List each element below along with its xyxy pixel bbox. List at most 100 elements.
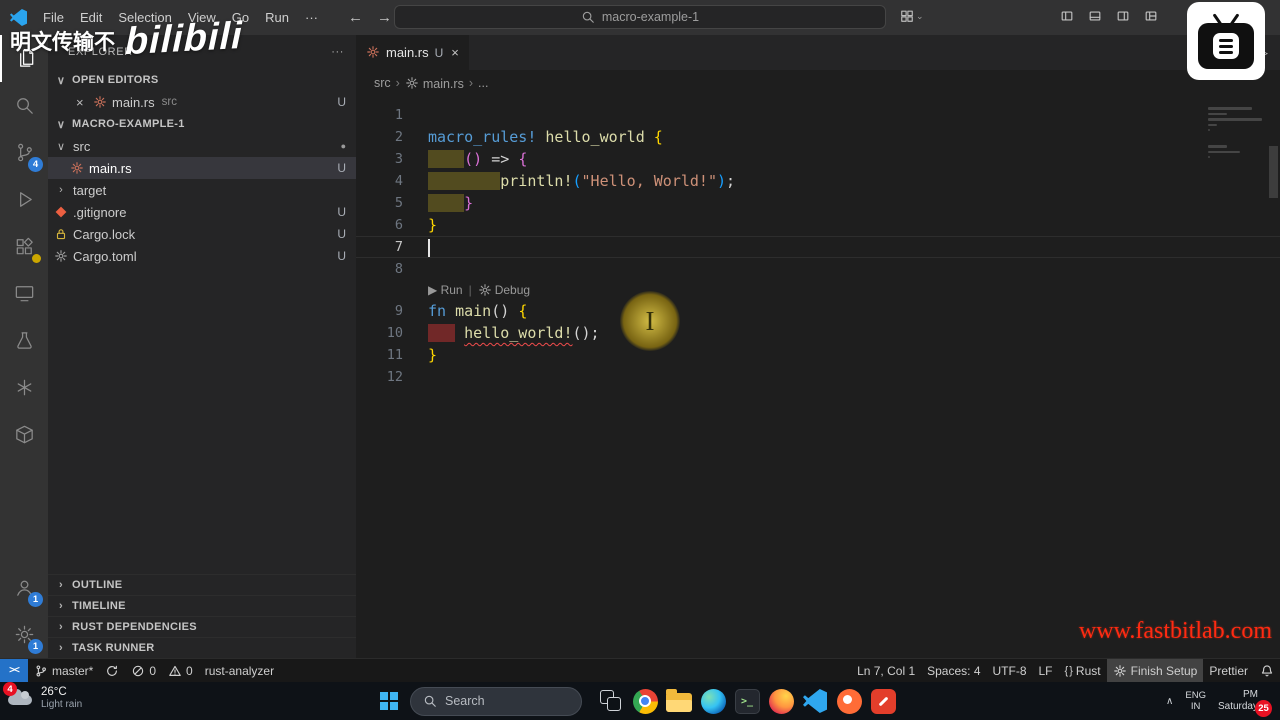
status-remote-indicator[interactable]: >< (0, 659, 28, 682)
customize-layout-icon[interactable] (1144, 9, 1158, 24)
toggle-secondary-sidebar-icon[interactable] (1116, 9, 1130, 24)
scrollbar-thumb[interactable] (1269, 146, 1278, 198)
status-notifications[interactable] (1254, 659, 1280, 682)
terminal-icon[interactable]: >_ (730, 684, 764, 718)
toggle-sidebar-icon[interactable] (1060, 9, 1074, 24)
code-line-12[interactable]: 12 (356, 366, 1280, 388)
menu-run[interactable]: Run (257, 0, 297, 35)
status-encoding[interactable]: UTF-8 (987, 659, 1033, 682)
code-line-8[interactable]: 8 (356, 258, 1280, 280)
postman-icon[interactable] (832, 684, 866, 718)
breadcrumb-item[interactable]: ... (478, 76, 488, 90)
line-number[interactable]: 5 (356, 192, 428, 214)
start-button[interactable] (380, 692, 398, 710)
menu-selection[interactable]: Selection (110, 0, 179, 35)
line-number[interactable]: 3 (356, 148, 428, 170)
back-icon[interactable]: ← (348, 9, 363, 26)
code-line-9[interactable]: 9 fn main() { (356, 300, 1280, 322)
status-sync[interactable] (99, 659, 125, 682)
vscode-icon[interactable] (798, 684, 832, 718)
line-number[interactable]: 12 (356, 366, 428, 388)
status-warnings[interactable]: 0 (162, 659, 199, 682)
menu-go[interactable]: Go (224, 0, 257, 35)
taskbar-search[interactable]: Search (410, 686, 582, 716)
chrome-icon[interactable] (628, 684, 662, 718)
section-task-runner[interactable]: › TASK RUNNER (48, 637, 356, 658)
red-app-icon[interactable] (866, 684, 900, 718)
tree-item--gitignore[interactable]: .gitignore U (48, 201, 356, 223)
activity-remote-explorer-icon[interactable] (0, 270, 48, 317)
vscode-logo-icon[interactable] (10, 9, 27, 26)
activity-testing-icon[interactable] (0, 317, 48, 364)
status-cursor-position[interactable]: Ln 7, Col 1 (851, 659, 921, 682)
open-editor-item[interactable]: × main.rs src U (48, 91, 356, 113)
breadcrumb-item[interactable]: src (374, 76, 391, 90)
tree-item-main-rs[interactable]: main.rs U (48, 157, 356, 179)
line-number[interactable]: 9 (356, 300, 428, 322)
menu-more[interactable]: ··· (297, 0, 326, 35)
activity-account-icon[interactable]: 1 (0, 564, 48, 611)
tree-item-cargo-toml[interactable]: Cargo.toml U (48, 245, 356, 267)
line-number[interactable]: 8 (356, 258, 428, 280)
code-line-1[interactable]: 1 (356, 104, 1280, 126)
firefox-icon[interactable] (764, 684, 798, 718)
edge-icon[interactable] (696, 684, 730, 718)
code-line-3[interactable]: 3 () => { (356, 148, 1280, 170)
breadcrumb-item[interactable]: main.rs (405, 76, 464, 91)
status-finish-setup[interactable]: Finish Setup (1106, 659, 1204, 682)
menu-edit[interactable]: Edit (72, 0, 110, 35)
activity-containers-icon[interactable] (0, 411, 48, 458)
section-outline[interactable]: › OUTLINE (48, 574, 356, 595)
code-line-5[interactable]: 5 } (356, 192, 1280, 214)
activity-run-debug-icon[interactable] (0, 176, 48, 223)
close-icon[interactable]: × (76, 95, 88, 110)
line-number[interactable]: 7 (356, 236, 428, 258)
tab-main-rs[interactable]: main.rs U × (356, 35, 469, 70)
code-line-2[interactable]: 2 macro_rules! hello_world { (356, 126, 1280, 148)
code-editor[interactable]: 1 2 macro_rules! hello_world {3 () => {4 p… (356, 96, 1280, 658)
run-lens[interactable]: ▶ Run (428, 283, 463, 297)
activity-settings-icon[interactable]: 1 (0, 611, 48, 658)
sidebar-actions-icon[interactable]: ··· (331, 46, 344, 58)
open-editors-header[interactable]: ∨ OPEN EDITORS (48, 69, 356, 91)
activity-extensions-icon[interactable] (0, 223, 48, 270)
tree-item-src[interactable]: ∨ src ● (48, 135, 356, 157)
status-branch[interactable]: master* (28, 659, 99, 682)
line-number[interactable]: 1 (356, 104, 428, 126)
section-rust-dependencies[interactable]: › RUST DEPENDENCIES (48, 616, 356, 637)
weather-widget[interactable]: 4 26°C Light rain (3, 682, 82, 712)
status-indentation[interactable]: Spaces: 4 (921, 659, 986, 682)
code-line-4[interactable]: 4 println!("Hello, World!"); (356, 170, 1280, 192)
task-view-icon[interactable] (594, 684, 628, 718)
tray-expand-chevron[interactable]: ∧ (1166, 696, 1173, 707)
status-prettier[interactable]: Prettier (1203, 659, 1254, 682)
close-icon[interactable]: × (451, 45, 459, 60)
code-line-7[interactable]: 7 (356, 236, 1280, 258)
file-explorer-icon[interactable] (662, 684, 696, 718)
line-number[interactable]: 11 (356, 344, 428, 366)
line-number[interactable]: 10 (356, 322, 428, 344)
command-center[interactable]: macro-example-1 (394, 5, 886, 29)
line-number[interactable]: 4 (356, 170, 428, 192)
activity-search-icon[interactable] (0, 82, 48, 129)
toggle-panel-icon[interactable] (1088, 9, 1102, 24)
status-rust-analyzer[interactable]: rust-analyzer (199, 659, 280, 682)
editor-layout-grid-icon[interactable]: ⌄ (900, 9, 924, 24)
language-indicator[interactable]: ENG IN (1185, 690, 1206, 713)
tree-item-cargo-lock[interactable]: Cargo.lock U (48, 223, 356, 245)
debug-lens[interactable]: Debug (478, 283, 530, 297)
project-header[interactable]: ∨ MACRO-EXAMPLE-1 (48, 113, 356, 135)
status-errors[interactable]: 0 (125, 659, 162, 682)
section-timeline[interactable]: › TIMELINE (48, 595, 356, 616)
code-line-6[interactable]: 6} (356, 214, 1280, 236)
tree-item-target[interactable]: › target (48, 179, 356, 201)
forward-icon[interactable]: → (377, 9, 392, 26)
clock[interactable]: PM Saturday (1218, 689, 1258, 714)
code-line-11[interactable]: 11} (356, 344, 1280, 366)
code-line-10[interactable]: 10 hello_world!(); (356, 322, 1280, 344)
menu-view[interactable]: View (180, 0, 224, 35)
line-number[interactable]: 2 (356, 126, 428, 148)
status-language-mode[interactable]: { } Rust (1059, 659, 1107, 682)
status-eol[interactable]: LF (1033, 659, 1059, 682)
minimap[interactable] (1208, 102, 1264, 167)
